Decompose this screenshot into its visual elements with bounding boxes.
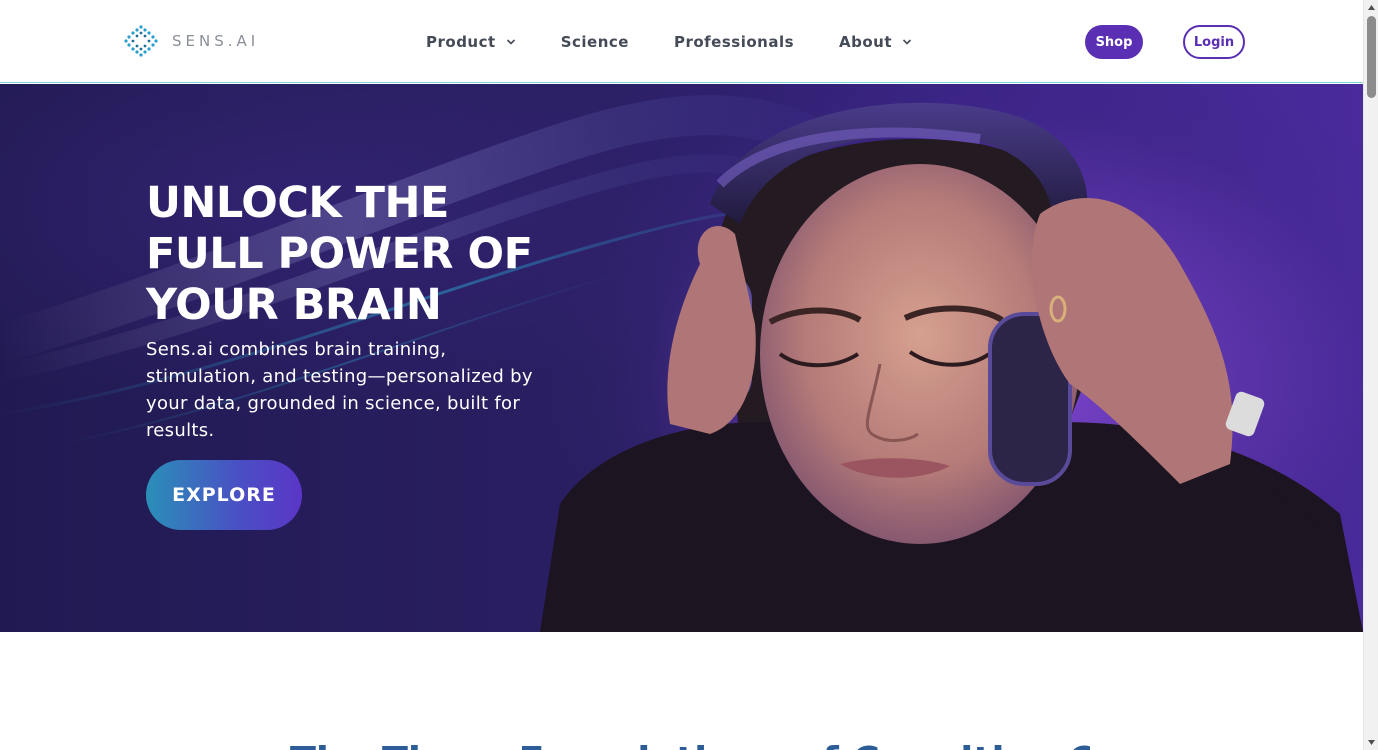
nav-item-professionals[interactable]: Professionals — [674, 33, 794, 51]
sens-ai-logo-icon — [124, 25, 158, 57]
nav-item-about[interactable]: About — [839, 33, 912, 51]
site-header: SENS.AI Product Science Professionals Ab… — [0, 0, 1363, 83]
nav-item-science[interactable]: Science — [561, 33, 629, 51]
nav-item-label: Professionals — [673, 33, 795, 51]
nav-item-label: Product — [426, 33, 496, 51]
hero-title-line: UNLOCK THE — [146, 178, 449, 228]
nav-item-product[interactable]: Product — [426, 33, 516, 51]
chevron-down-icon — [902, 39, 912, 45]
scroll-up-icon[interactable] — [1364, 0, 1378, 15]
scroll-down-icon[interactable] — [1364, 735, 1378, 750]
woman-with-headset-image — [540, 84, 1363, 632]
hero-title-line: FULL POWER OF — [146, 229, 533, 279]
hero-title: UNLOCK THE FULL POWER OF YOUR BRAIN — [146, 178, 566, 331]
logo-wordmark: SENS.AI — [172, 32, 260, 50]
hero-title-line: YOUR BRAIN — [146, 280, 442, 330]
section-heading: The Three Foundations of Cognitive Optim… — [290, 738, 1090, 750]
nav-item-label: About — [839, 33, 893, 51]
logo-link[interactable]: SENS.AI — [122, 24, 259, 58]
main-nav: Product Science Professionals About — [426, 30, 912, 54]
page: SENS.AI Product Science Professionals Ab… — [0, 0, 1363, 750]
scrollbar-thumb[interactable] — [1367, 16, 1376, 98]
login-button[interactable]: Login — [1183, 25, 1245, 59]
vertical-scrollbar[interactable] — [1363, 0, 1378, 750]
nav-item-label: Science — [560, 33, 629, 51]
hero-section: UNLOCK THE FULL POWER OF YOUR BRAIN Sens… — [0, 84, 1363, 632]
hero-subtitle: Sens.ai combines brain training, stimula… — [146, 339, 533, 441]
explore-button[interactable]: EXPLORE — [146, 460, 302, 530]
shop-button[interactable]: Shop — [1085, 25, 1143, 59]
chevron-down-icon — [506, 39, 515, 45]
